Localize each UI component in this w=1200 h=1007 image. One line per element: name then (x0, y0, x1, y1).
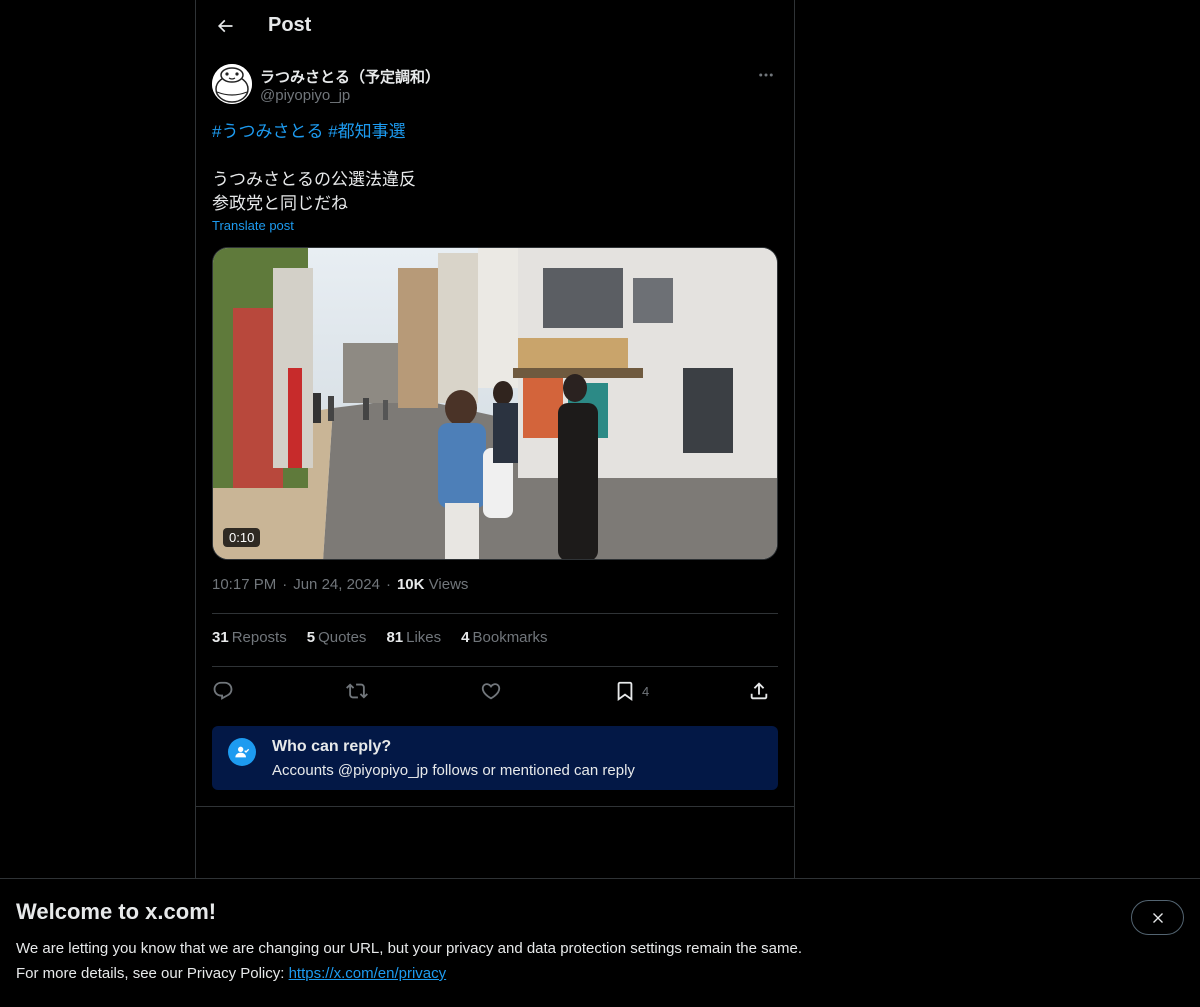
reply-restriction-notice: Who can reply? Accounts @piyopiyo_jp fol… (212, 726, 778, 790)
close-banner-button[interactable] (1131, 900, 1184, 935)
translate-post-link[interactable]: Translate post (212, 218, 294, 233)
post-text-line: うつみさとるの公選法違反 (212, 170, 416, 189)
reply-restriction-subtitle: Accounts @piyopiyo_jp follows or mention… (272, 762, 635, 779)
post-text: #うつみさとる #都知事選 うつみさとるの公選法違反 参政党と同じだね (212, 120, 778, 216)
page-title: Post (268, 14, 312, 36)
banner-title: Welcome to x.com! (16, 899, 217, 924)
share-button[interactable] (748, 678, 770, 704)
main-column: Post ラつみさとる（予定調和） @piyopiyo_jp #うつみさとる #… (195, 0, 795, 1007)
bookmarks-stat[interactable]: 4 Bookmarks (461, 629, 547, 646)
banner-text: We are letting you know that we are chan… (16, 936, 802, 986)
display-name[interactable]: ラつみさとる（予定調和） (260, 66, 440, 87)
post-text-line: 参政党と同じだね (212, 194, 348, 213)
close-icon (1152, 912, 1163, 923)
arrow-left-icon (217, 19, 233, 33)
user-handle[interactable]: @piyopiyo_jp (260, 87, 350, 104)
divider (196, 806, 794, 807)
heart-icon (481, 683, 501, 700)
views-label: Views (428, 576, 469, 593)
post-metadata: 10:17 PM · Jun 24, 2024 · 10K Views (212, 576, 469, 593)
privacy-policy-link[interactable]: https://x.com/en/privacy (289, 965, 447, 982)
reposts-stat[interactable]: 31 Reposts (212, 629, 287, 646)
bookmark-icon (617, 681, 633, 702)
avatar[interactable] (212, 64, 252, 104)
bookmark-button[interactable]: 4 (614, 678, 649, 704)
like-button[interactable] (480, 678, 502, 704)
post-time[interactable]: 10:17 PM (212, 576, 276, 593)
more-dots-icon (759, 73, 773, 77)
repost-icon (346, 683, 368, 699)
engagement-stats: 31 Reposts 5 Quotes 81 Likes 4 Bookmarks (212, 629, 548, 646)
welcome-banner: Welcome to x.com! We are letting you kno… (0, 878, 1200, 1007)
post-author: ラつみさとる（予定調和） @piyopiyo_jp (212, 64, 778, 108)
reply-button[interactable] (212, 678, 234, 704)
reply-restricted-icon (228, 738, 256, 766)
video-thumbnail (213, 248, 777, 559)
more-options-button[interactable] (754, 64, 778, 86)
reply-icon (213, 681, 233, 700)
reply-restriction-title: Who can reply? (272, 738, 392, 755)
views-count: 10K (396, 576, 425, 593)
repost-button[interactable] (346, 678, 368, 704)
banner-line-prefix: For more details, see our Privacy Policy… (16, 965, 289, 982)
share-icon (750, 682, 768, 700)
post-date[interactable]: Jun 24, 2024 (293, 576, 380, 593)
back-button[interactable] (208, 9, 242, 43)
post-header: Post (196, 0, 794, 53)
divider (212, 666, 778, 667)
quotes-stat[interactable]: 5 Quotes (307, 629, 367, 646)
video-player[interactable]: 0:10 (212, 247, 778, 560)
banner-line: We are letting you know that we are chan… (16, 940, 802, 957)
hashtag-link[interactable]: #うつみさとる (212, 122, 323, 141)
avatar-image (212, 64, 252, 104)
divider (212, 613, 778, 614)
video-duration: 0:10 (223, 528, 261, 547)
likes-stat[interactable]: 81 Likes (386, 629, 441, 646)
hashtag-link[interactable]: #都知事選 (328, 122, 405, 141)
bookmark-count: 4 (642, 683, 650, 699)
action-bar: 4 (212, 678, 778, 704)
